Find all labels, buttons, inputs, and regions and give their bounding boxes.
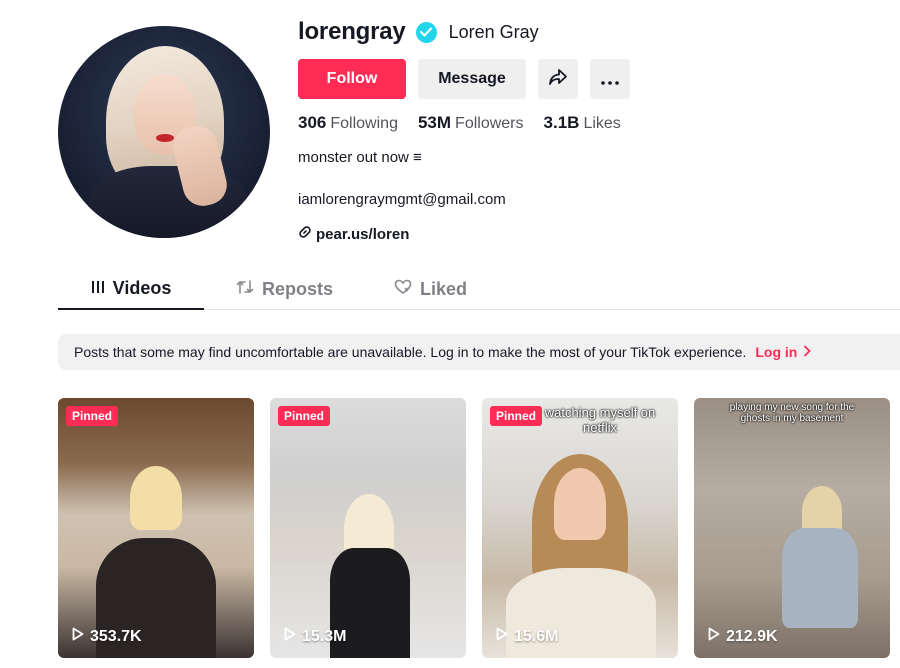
tab-liked-label: Liked (420, 278, 468, 299)
video-grid: Pinned 353.7K Pinned 15.3M Pinned watchi… (58, 398, 890, 658)
username: lorengray (298, 18, 406, 45)
play-icon (708, 627, 720, 646)
following-label: Following (330, 115, 398, 132)
profile-stats: 306 Following 53M Followers 3.1B Likes (298, 113, 621, 133)
profile-tabs: Videos Reposts Liked (58, 268, 900, 310)
video-thumbnail-face (554, 468, 606, 540)
view-count: 15.6M (514, 627, 559, 645)
profile-bio: monster out now ≡ (298, 149, 422, 166)
pinned-badge: Pinned (66, 406, 119, 426)
display-name: Loren Gray (448, 21, 539, 42)
following-count: 306 (298, 113, 327, 132)
following-stat[interactable]: 306 Following (298, 113, 398, 133)
avatar-lips (156, 134, 174, 142)
tab-liked[interactable]: Liked (394, 268, 467, 310)
video-views: 15.6M (496, 627, 558, 646)
likes-label: Likes (583, 115, 621, 132)
chevron-right-icon (803, 344, 812, 360)
view-count: 15.3M (302, 627, 347, 645)
profile-email: iamlorengraymgmt@gmail.com (298, 191, 506, 208)
repost-icon (236, 279, 254, 300)
play-icon (284, 627, 296, 646)
tab-reposts-label: Reposts (262, 278, 334, 299)
more-options-button[interactable] (590, 59, 630, 99)
video-views: 212.9K (708, 627, 778, 646)
followers-label: Followers (455, 115, 524, 132)
profile-link[interactable]: pear.us/loren (298, 225, 409, 243)
play-icon (496, 627, 508, 646)
login-link[interactable]: Log in (755, 344, 812, 360)
video-thumbnail-person (130, 466, 182, 530)
view-count: 212.9K (726, 627, 778, 645)
view-count: 353.7K (90, 627, 142, 645)
video-card[interactable]: Pinned watching myself on netflix 15.6M (482, 398, 678, 658)
video-thumbnail-jacket (782, 528, 858, 628)
pinned-badge: Pinned (490, 406, 543, 426)
followers-stat[interactable]: 53M Followers (418, 113, 524, 133)
more-icon (601, 69, 619, 90)
pinned-badge: Pinned (278, 406, 331, 426)
tab-reposts[interactable]: Reposts (236, 268, 333, 310)
message-button[interactable]: Message (418, 59, 526, 99)
play-icon (72, 627, 84, 646)
login-label: Log in (755, 344, 798, 360)
video-views: 15.3M (284, 627, 346, 646)
follow-button[interactable]: Follow (298, 59, 406, 99)
profile-avatar (58, 26, 270, 238)
profile-link-text: pear.us/loren (316, 225, 410, 243)
video-caption: playing my new song for the ghosts in my… (729, 402, 855, 424)
profile-actions: Follow Message (298, 59, 630, 99)
tab-videos-label: Videos (112, 277, 172, 298)
share-icon (548, 68, 568, 91)
video-card[interactable]: Pinned 15.3M (270, 398, 466, 658)
tab-videos[interactable]: Videos (58, 268, 204, 310)
likes-stat: 3.1B Likes (544, 113, 621, 133)
verified-badge-icon (415, 21, 437, 43)
video-views: 353.7K (72, 627, 142, 646)
grid-icon (91, 278, 105, 299)
video-card[interactable]: Pinned 353.7K (58, 398, 254, 658)
video-caption: watching myself on netflix (544, 405, 656, 435)
username-row: lorengray Loren Gray (298, 17, 539, 47)
heart-icon (394, 279, 412, 300)
link-icon (298, 225, 312, 243)
video-card[interactable]: playing my new song for the ghosts in my… (694, 398, 890, 658)
notice-text: Posts that some may find uncomfortable a… (74, 344, 747, 360)
share-button[interactable] (538, 59, 578, 99)
login-notice-banner: Posts that some may find uncomfortable a… (58, 334, 900, 370)
followers-count: 53M (417, 113, 452, 132)
likes-count: 3.1B (543, 113, 580, 132)
